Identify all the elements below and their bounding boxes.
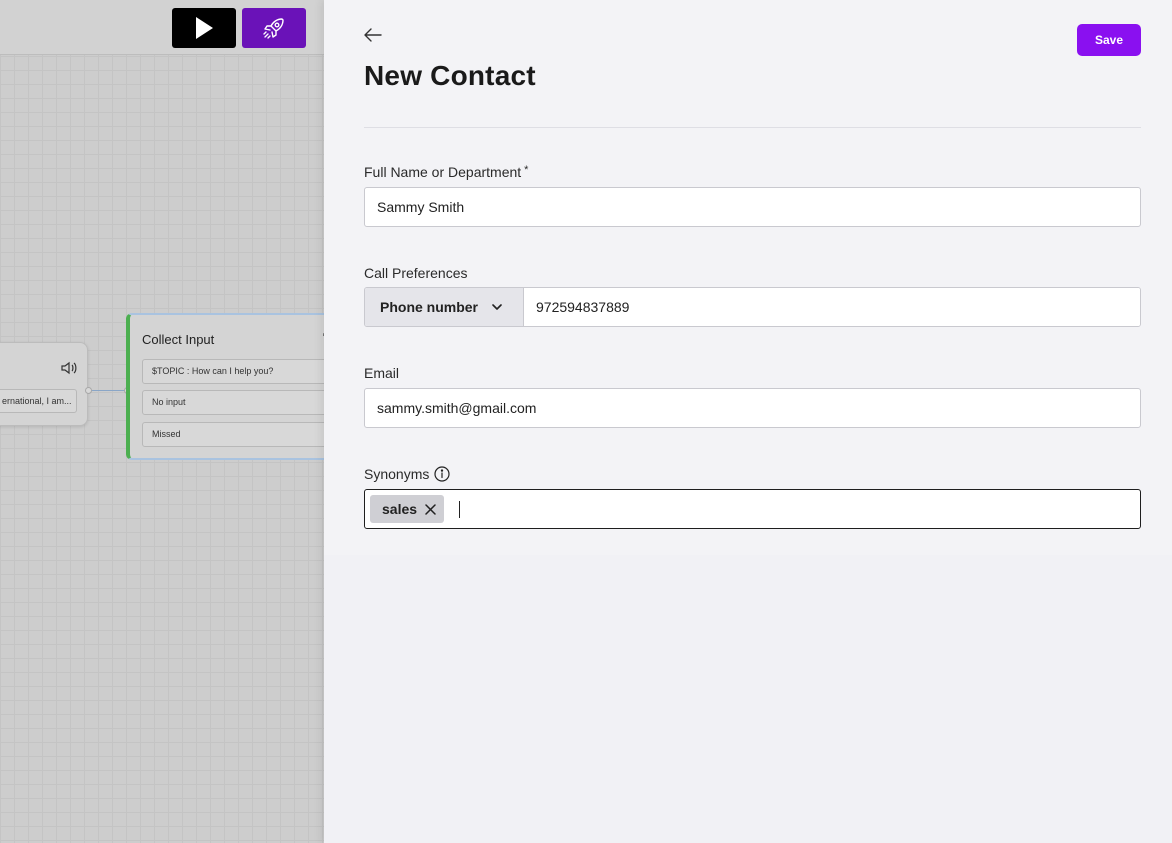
page-title: New Contact	[364, 60, 536, 91]
node-row[interactable]: $TOPIC : How can I help you?	[142, 359, 324, 384]
new-contact-panel: Save New Contact Full Name or Department…	[324, 0, 1172, 843]
save-button[interactable]: Save	[1077, 24, 1141, 56]
message-chip[interactable]: ernational, I am...	[0, 389, 77, 413]
call-type-dropdown[interactable]: Phone number	[365, 288, 524, 326]
back-button[interactable]	[362, 24, 384, 46]
text-cursor	[459, 500, 461, 518]
output-port[interactable]	[85, 387, 92, 394]
full-name-label-text: Full Name or Department	[364, 164, 522, 180]
call-type-value: Phone number	[380, 299, 479, 315]
full-name-input[interactable]	[364, 187, 1141, 227]
play-icon	[196, 17, 213, 39]
deploy-button[interactable]	[242, 8, 306, 48]
email-label: Email	[364, 365, 400, 381]
close-icon[interactable]	[425, 503, 436, 515]
synonym-tag: sales	[370, 495, 445, 523]
info-icon[interactable]	[434, 466, 450, 485]
divider	[364, 127, 1141, 128]
flow-canvas[interactable]: ernational, I am... Collect Input ✎ $TOP…	[0, 0, 324, 843]
full-name-label: Full Name or Department *	[364, 164, 528, 180]
node-row[interactable]: No input	[142, 390, 324, 415]
play-button[interactable]	[172, 8, 236, 48]
email-input[interactable]	[364, 388, 1141, 428]
synonyms-label: Synonyms	[364, 466, 450, 485]
call-preferences-label: Call Preferences	[364, 265, 468, 281]
collect-input-node[interactable]: Collect Input ✎ $TOPIC : How can I help …	[126, 313, 324, 460]
call-preferences-group: Phone number	[364, 287, 1141, 327]
node-title: Collect Input	[142, 332, 215, 347]
back-arrow-icon	[364, 28, 382, 42]
synonyms-label-text: Synonyms	[364, 466, 430, 482]
synonyms-input[interactable]: sales	[364, 489, 1141, 529]
chevron-down-icon	[492, 303, 502, 311]
message-node[interactable]: ernational, I am...	[0, 342, 88, 426]
node-row[interactable]: Missed	[142, 422, 324, 447]
required-mark: *	[524, 164, 529, 176]
speaker-icon	[61, 361, 77, 375]
phone-number-input[interactable]	[524, 288, 1140, 326]
node-connector	[88, 390, 128, 391]
panel-background	[324, 555, 1172, 843]
rocket-icon	[263, 18, 284, 39]
canvas-toolbar	[0, 0, 324, 55]
synonym-tag-label: sales	[382, 501, 418, 517]
